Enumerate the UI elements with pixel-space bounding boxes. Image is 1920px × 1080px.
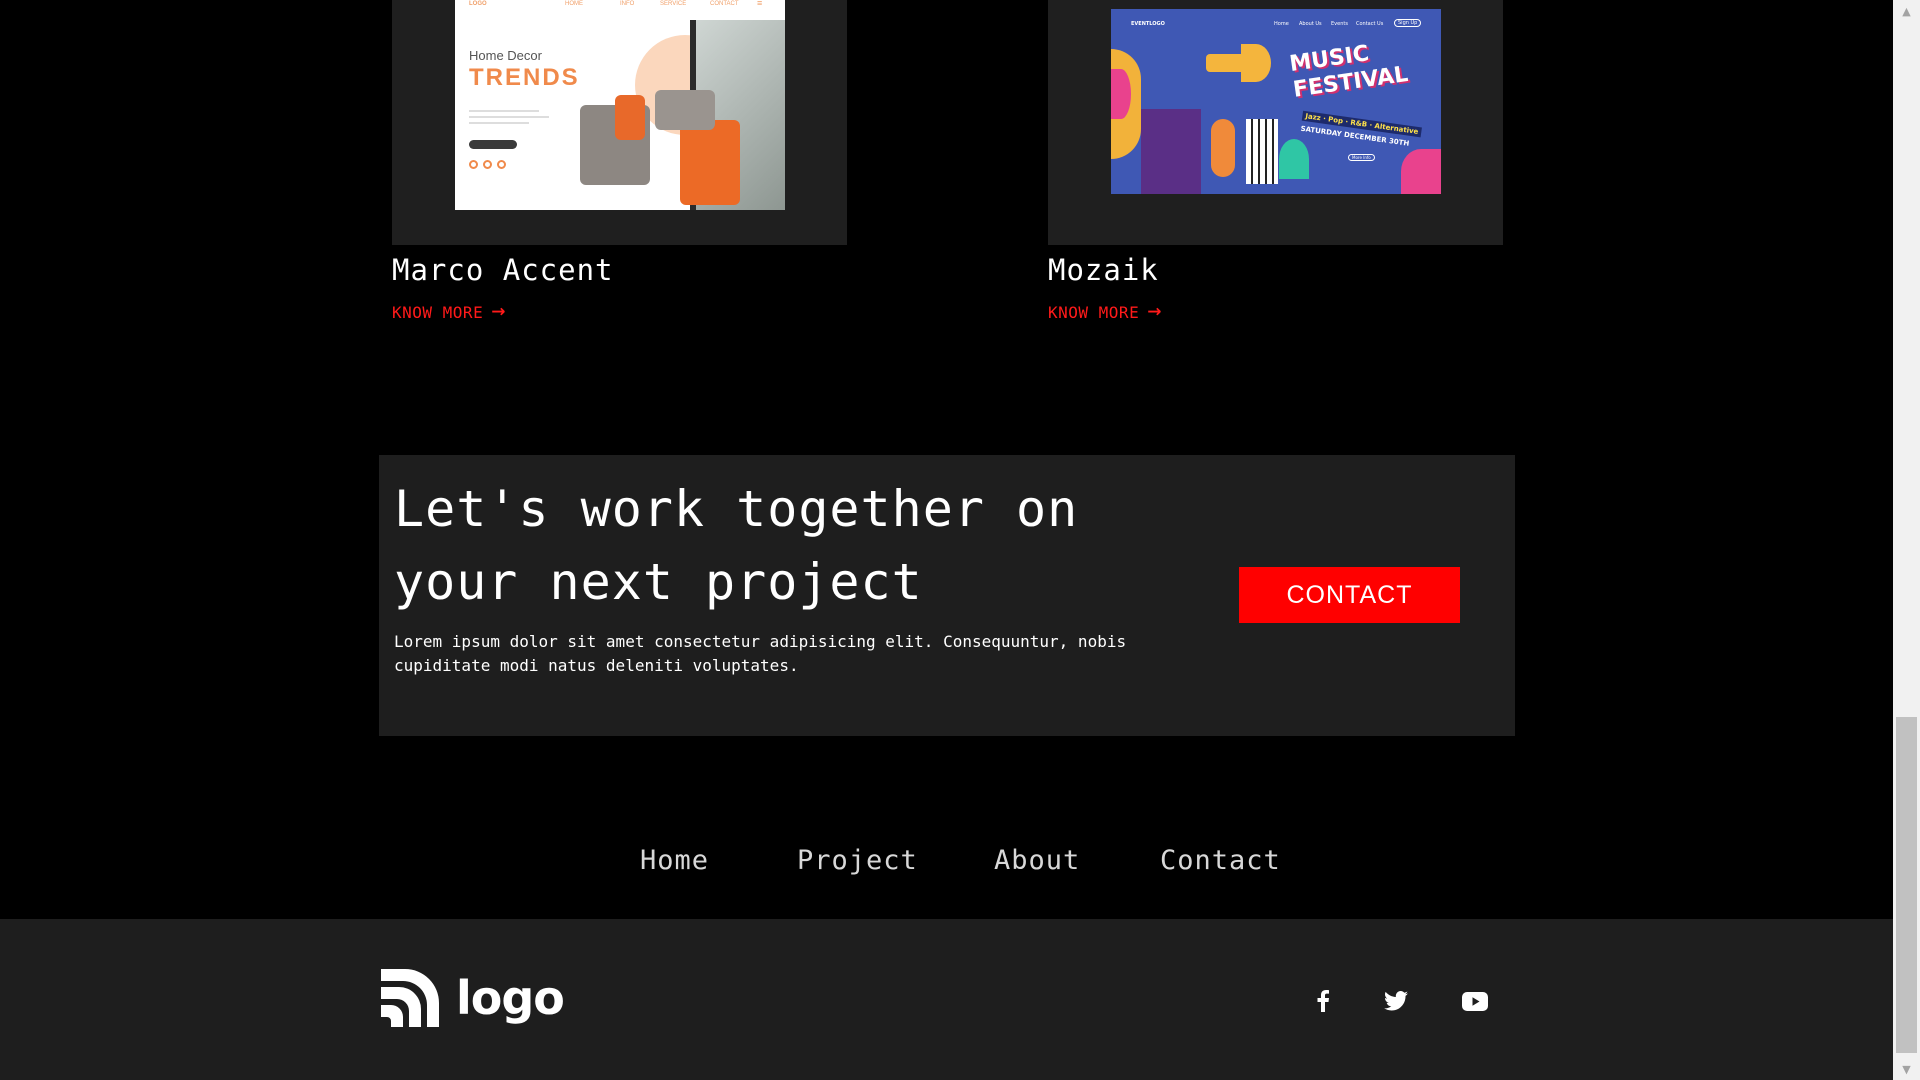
facebook-icon[interactable] <box>1308 986 1338 1016</box>
footer-nav: Home Project About Contact <box>0 845 1893 885</box>
preview-nav: LOGO HOME INFO SERVICE CONTACT ≡ <box>455 0 785 12</box>
preview-subtitle: Jazz · Pop · R&B · Alternative SATURDAY … <box>1300 110 1422 149</box>
home-decor-preview-image: LOGO HOME INFO SERVICE CONTACT ≡ Home De… <box>455 0 785 210</box>
piano-graphic <box>1246 119 1278 184</box>
nav-link-about[interactable]: About <box>994 845 1080 876</box>
preview-nav-item: HOME <box>565 1 583 7</box>
preview-headline: TRENDS <box>469 64 580 91</box>
preview-nav-item: Home <box>1274 21 1289 27</box>
preview-nav-item: Contact Us <box>1356 21 1384 27</box>
cta-banner: Let's work together on your next project… <box>379 455 1515 736</box>
project-title: Mozaik <box>1048 253 1159 287</box>
preview-text-line <box>469 116 549 118</box>
preview-heading: Home Decor <box>469 48 542 63</box>
preview-brand: EVENTLOGO <box>1131 21 1165 27</box>
menu-icon: ≡ <box>757 0 763 8</box>
logo[interactable]: logo <box>379 967 565 1029</box>
know-more-label: KNOW MORE <box>1048 302 1140 322</box>
project-title: Marco Accent <box>392 253 614 287</box>
leaf-graphic <box>1401 149 1441 194</box>
know-more-link[interactable]: KNOW MORE → <box>1048 302 1162 322</box>
arrow-right-icon: → <box>1147 302 1162 322</box>
chair-graphic <box>655 90 715 130</box>
logo-text: logo <box>456 971 565 1025</box>
preview-logo: LOGO <box>469 1 487 7</box>
know-more-label: KNOW MORE <box>392 302 484 322</box>
preview-button <box>469 140 517 149</box>
cta-heading: Let's work together on your next project <box>394 480 1079 611</box>
contact-button[interactable]: CONTACT <box>1239 567 1460 623</box>
leaf-graphic <box>1279 139 1309 179</box>
leaf-graphic <box>1111 69 1131 119</box>
project-card-marco-accent: LOGO HOME INFO SERVICE CONTACT ≡ Home De… <box>392 0 847 322</box>
nav-link-home[interactable]: Home <box>640 845 709 876</box>
know-more-link[interactable]: KNOW MORE → <box>392 302 506 322</box>
preview-signup: Sign Up <box>1394 19 1422 27</box>
preview-nav-item: Events <box>1331 21 1348 27</box>
cta-body-text: Lorem ipsum dolor sit amet consectetur a… <box>394 632 1127 675</box>
preview-nav-item: About Us <box>1299 21 1322 27</box>
instrument-graphic <box>1141 109 1201 194</box>
preview-nav-item: INFO <box>620 1 635 7</box>
project-thumbnail[interactable]: EVENTLOGO Home About Us Events Contact U… <box>1048 0 1503 245</box>
scroll-down-arrow-icon[interactable]: ▼ <box>1893 1058 1920 1080</box>
preview-nav-item: CONTACT <box>710 1 739 7</box>
vertical-scrollbar[interactable]: ▲ ▼ <box>1893 0 1920 1080</box>
chair-graphic <box>615 95 645 140</box>
scroll-up-arrow-icon[interactable]: ▲ <box>1893 0 1920 22</box>
logo-mark-icon <box>381 969 439 1027</box>
nav-link-contact[interactable]: Contact <box>1160 845 1281 876</box>
project-thumbnail[interactable]: LOGO HOME INFO SERVICE CONTACT ≡ Home De… <box>392 0 847 245</box>
arrow-right-icon: → <box>491 302 506 322</box>
music-festival-preview-image: EVENTLOGO Home About Us Events Contact U… <box>1111 9 1441 194</box>
project-card-mozaik: EVENTLOGO Home About Us Events Contact U… <box>1048 0 1503 322</box>
nav-link-project[interactable]: Project <box>797 845 918 876</box>
footer: logo <box>0 919 1893 1080</box>
preview-nav-item: SERVICE <box>660 1 687 7</box>
preview-title: MUSIC FESTIVAL <box>1288 36 1410 104</box>
preview-text-line <box>469 122 529 124</box>
twitter-icon[interactable] <box>1381 986 1411 1016</box>
trumpet-graphic <box>1241 44 1271 82</box>
youtube-icon[interactable] <box>1460 986 1490 1016</box>
facebook-icon <box>469 160 478 169</box>
twitter-icon <box>483 160 492 169</box>
preview-text-line <box>469 110 539 112</box>
scrollbar-thumb[interactable] <box>1896 717 1917 1053</box>
chair-graphic <box>680 120 740 205</box>
guitar-graphic <box>1211 119 1235 177</box>
instagram-icon <box>497 160 506 169</box>
preview-more-button: More Info <box>1348 154 1375 161</box>
page: LOGO HOME INFO SERVICE CONTACT ≡ Home De… <box>0 0 1893 1080</box>
